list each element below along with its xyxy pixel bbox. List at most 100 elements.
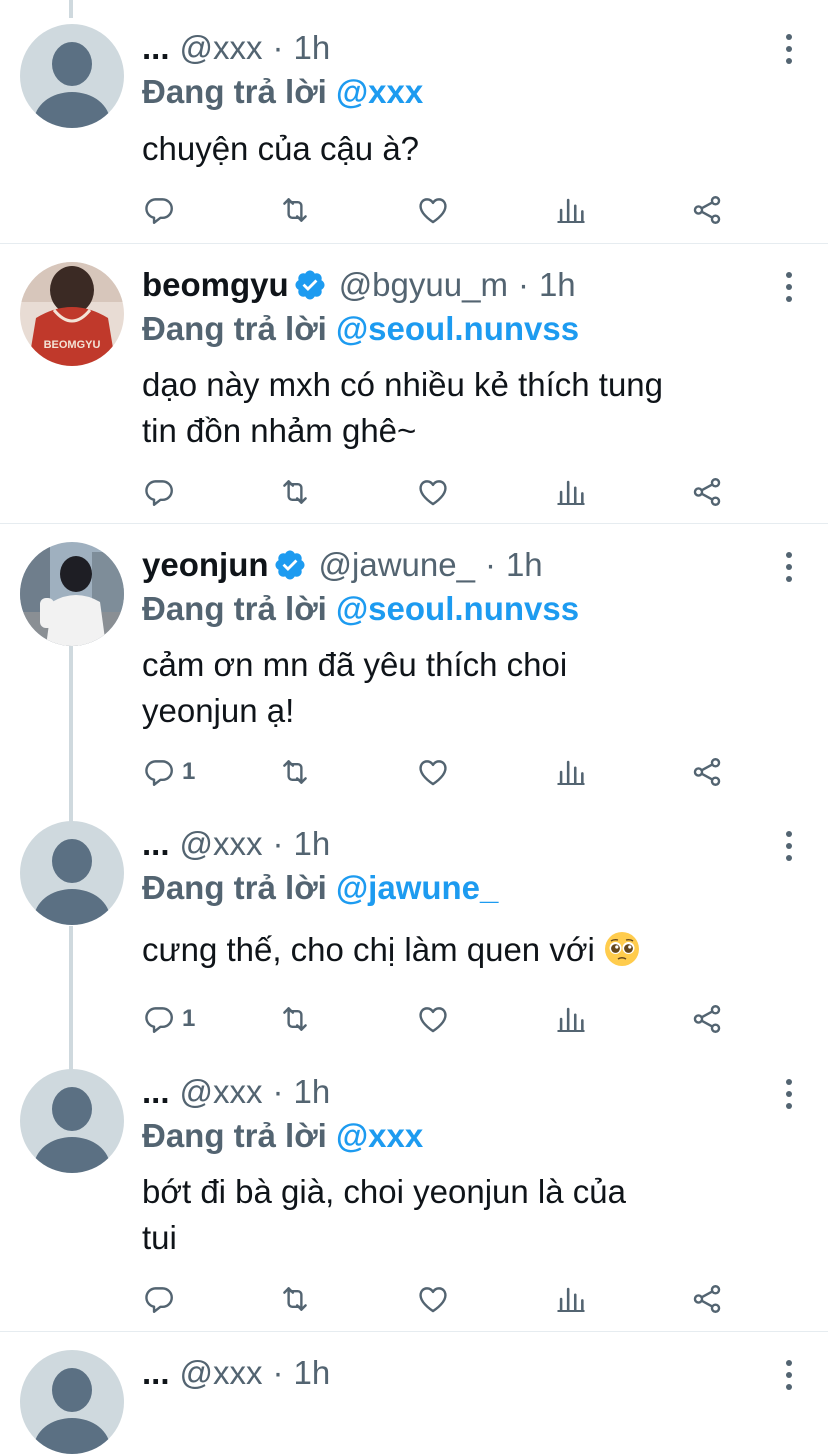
retweet-icon [278, 475, 312, 509]
views-button[interactable] [554, 190, 588, 230]
user-handle[interactable]: @xxx [180, 1073, 263, 1111]
timestamp[interactable]: 1h [506, 546, 543, 584]
mention-link[interactable]: @xxx [336, 73, 423, 110]
display-name[interactable]: ... [142, 1354, 170, 1392]
views-button[interactable] [554, 472, 588, 512]
verified-badge-icon [295, 270, 325, 300]
share-button[interactable] [690, 472, 724, 512]
tweet-header: yeonjun @jawune_ · 1h [142, 543, 543, 587]
more-options-icon[interactable] [784, 1079, 794, 1109]
default-avatar-icon[interactable] [20, 1350, 124, 1454]
default-avatar-icon[interactable] [20, 1069, 124, 1173]
retweet-button[interactable] [278, 472, 312, 512]
share-button[interactable] [690, 190, 724, 230]
timestamp[interactable]: 1h [539, 266, 576, 304]
more-options-icon[interactable] [784, 831, 794, 861]
pleading-face-emoji [604, 932, 639, 966]
separator-dot: · [272, 29, 284, 66]
tweet[interactable]: ... @xxx · 1h Đang trả lời @jawune_ cưng… [0, 803, 828, 1051]
share-icon [690, 1282, 724, 1316]
action-bar: 1 [142, 752, 742, 792]
tweet-header: beomgyu @bgyuu_m · 1h [142, 263, 576, 307]
reply-button[interactable] [142, 190, 182, 230]
reply-button[interactable]: 1 [142, 999, 195, 1039]
retweet-button[interactable] [278, 752, 312, 792]
display-name[interactable]: ... [142, 1073, 170, 1111]
timestamp[interactable]: 1h [294, 1073, 331, 1111]
retweet-button[interactable] [278, 1279, 312, 1319]
default-avatar-icon[interactable] [20, 24, 124, 128]
tweet-header: ... @xxx · 1h [142, 822, 330, 866]
tweet[interactable]: yeonjun @jawune_ · 1h Đang trả lời @seou… [0, 523, 828, 804]
profile-avatar[interactable]: BEOMGYU [20, 262, 124, 366]
more-options-icon[interactable] [784, 272, 794, 302]
reply-icon [142, 755, 176, 789]
default-avatar-icon[interactable] [20, 821, 124, 925]
user-handle[interactable]: @jawune_ [319, 546, 475, 584]
reply-button[interactable] [142, 472, 182, 512]
mention-link[interactable]: @seoul.nunvss [336, 310, 579, 347]
tweet-header: ... @xxx · 1h [142, 1070, 330, 1114]
reply-button[interactable] [142, 1279, 182, 1319]
share-button[interactable] [690, 1279, 724, 1319]
retweet-button[interactable] [278, 190, 312, 230]
like-button[interactable] [416, 752, 450, 792]
tweet[interactable]: ... @xxx · 1h Đang trả lời @xxx chuyện c… [0, 0, 828, 244]
tweet-text: cảm ơn mn đã yêu thích choi yeonjun ạ! [142, 642, 802, 734]
retweet-button[interactable] [278, 999, 312, 1039]
display-name[interactable]: ... [142, 29, 170, 67]
separator-dot: · [272, 1073, 284, 1110]
mention-link[interactable]: @xxx [336, 1117, 423, 1154]
tweet-header: ... @xxx · 1h [142, 1351, 330, 1395]
display-name[interactable]: beomgyu [142, 266, 289, 304]
more-options-icon[interactable] [784, 1360, 794, 1390]
replying-to: Đang trả lời @xxx [142, 70, 423, 114]
share-button[interactable] [690, 752, 724, 792]
views-button[interactable] [554, 752, 588, 792]
reply-icon [142, 475, 176, 509]
tweet[interactable]: ... @xxx · 1h Đang trả lời @xxx bớt đi b… [0, 1051, 828, 1331]
timestamp[interactable]: 1h [294, 825, 331, 863]
like-button[interactable] [416, 999, 450, 1039]
views-icon [554, 1002, 588, 1036]
mention-link[interactable]: @seoul.nunvss [336, 590, 579, 627]
reply-button[interactable]: 1 [142, 752, 195, 792]
more-options-icon[interactable] [784, 552, 794, 582]
separator-dot: · [484, 546, 496, 583]
display-name[interactable]: yeonjun [142, 546, 269, 584]
mention-link[interactable]: @jawune_ [336, 869, 498, 906]
replying-to: Đang trả lời @xxx [142, 1114, 423, 1158]
like-icon [416, 755, 450, 789]
views-button[interactable] [554, 1279, 588, 1319]
action-bar [142, 1279, 742, 1319]
reply-icon [142, 1002, 176, 1036]
timestamp[interactable]: 1h [294, 29, 331, 67]
profile-avatar[interactable] [20, 542, 124, 646]
more-options-icon[interactable] [784, 34, 794, 64]
share-icon [690, 193, 724, 227]
like-icon [416, 475, 450, 509]
like-button[interactable] [416, 1279, 450, 1319]
user-handle[interactable]: @xxx [180, 29, 263, 67]
share-icon [690, 755, 724, 789]
user-handle[interactable]: @xxx [180, 825, 263, 863]
user-handle[interactable]: @bgyuu_m [339, 266, 508, 304]
action-bar [142, 472, 742, 512]
like-icon [416, 1282, 450, 1316]
views-button[interactable] [554, 999, 588, 1039]
like-button[interactable] [416, 190, 450, 230]
tweet-text-line: cảm ơn mn đã yêu thích choi [142, 646, 568, 683]
replying-to-label: Đang trả lời [142, 869, 327, 906]
tweet-text-line: dạo này mxh có nhiều kẻ thích tung [142, 366, 664, 403]
tweet[interactable]: ... @xxx · 1h [0, 1331, 828, 1454]
share-button[interactable] [690, 999, 724, 1039]
reply-count: 1 [182, 758, 196, 785]
timestamp[interactable]: 1h [294, 1354, 331, 1392]
user-handle[interactable]: @xxx [180, 1354, 263, 1392]
like-button[interactable] [416, 472, 450, 512]
tweet-text: dạo này mxh có nhiều kẻ thích tung tin đ… [142, 362, 822, 454]
tweet[interactable]: BEOMGYU beomgyu @bgyuu_m · 1h Đang trả l… [0, 243, 828, 524]
display-name[interactable]: ... [142, 825, 170, 863]
retweet-icon [278, 1002, 312, 1036]
jersey-text: BEOMGYU [44, 339, 101, 351]
